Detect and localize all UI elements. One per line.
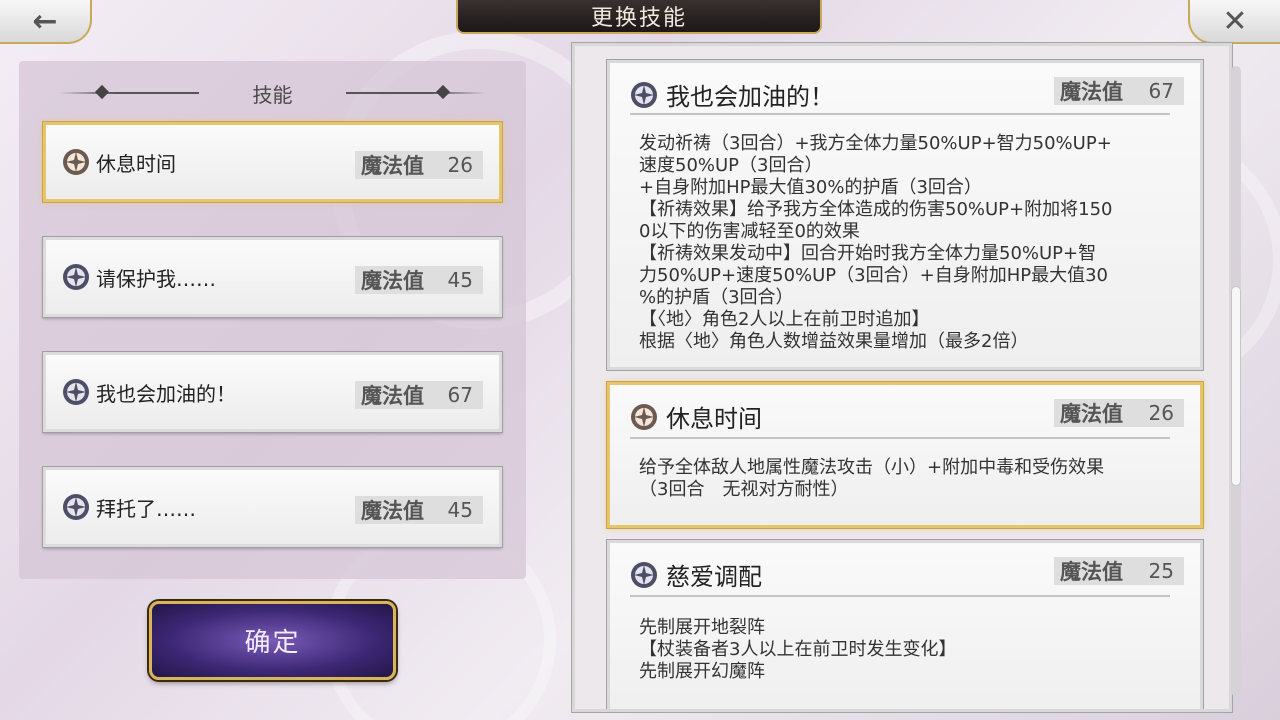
skill-name: 我也会加油的！ (96, 381, 236, 406)
confirm-button[interactable]: 确定 (149, 601, 396, 680)
skill-row[interactable]: 请保护我…… 魔法值 45 (43, 237, 502, 317)
mp-value: 26 (447, 153, 473, 177)
card-title: 我也会加油的！ (666, 83, 834, 111)
card-description: 先制展开地裂阵 【杖装备者3人以上在前卫时发生变化】 先制展开幻魔阵 (639, 617, 957, 682)
skill-detail-card: 我也会加油的！ 魔法值 67 发动祈祷（3回合）+我方全体力量50%UP+智力5… (607, 60, 1203, 370)
skill-detail-panel[interactable]: 我也会加油的！ 魔法值 67 发动祈祷（3回合）+我方全体力量50%UP+智力5… (572, 43, 1232, 712)
mp-cost: 魔法值 45 (355, 266, 483, 294)
skill-element-icon (631, 561, 657, 588)
confirm-button-label: 确定 (244, 628, 301, 658)
page-title: 更换技能 (456, 0, 822, 34)
skill-element-icon (63, 264, 89, 290)
back-button[interactable]: ← (0, 0, 92, 44)
scrollbar-track[interactable] (1231, 66, 1241, 696)
card-title: 休息时间 (666, 405, 762, 433)
skill-row[interactable]: 我也会加油的！ 魔法值 67 (43, 352, 502, 432)
skill-list-header: 技能 (19, 75, 526, 111)
mp-label: 魔法值 (361, 499, 424, 523)
mp-cost: 魔法值 45 (355, 496, 483, 524)
card-description: 给予全体敌人地属性魔法攻击（小）+附加中毒和受伤效果 （3回合 无视对方耐性） (639, 457, 1105, 500)
mp-label: 魔法值 (361, 384, 424, 408)
close-button[interactable]: ✕ (1188, 0, 1280, 44)
skill-list-panel: 技能 休息时间 魔法值 26 请保护我…… 魔法值 45 我也会加油的！ 魔法值 (19, 61, 526, 579)
skill-name: 拜托了…… (96, 496, 196, 521)
skill-element-icon (631, 81, 657, 108)
mp-label: 魔法值 (1060, 402, 1123, 426)
skill-element-icon (63, 494, 89, 520)
mp-label: 魔法值 (361, 269, 424, 293)
mp-value: 26 (1148, 401, 1174, 425)
skill-list-header-text: 技能 (252, 82, 293, 107)
mp-value: 67 (1148, 79, 1174, 103)
card-divider (630, 113, 1170, 115)
back-arrow-icon: ← (32, 3, 58, 39)
mp-value: 45 (447, 268, 473, 292)
close-icon: ✕ (1222, 3, 1248, 39)
skill-name: 请保护我…… (96, 266, 216, 291)
card-description: 发动祈祷（3回合）+我方全体力量50%UP+智力50%UP+ 速度50%UP（3… (639, 133, 1113, 352)
card-header: 慈爱调配 (630, 557, 762, 592)
skill-element-icon (63, 379, 89, 405)
mp-label: 魔法值 (1060, 80, 1123, 104)
mp-cost: 魔法值 25 (1054, 557, 1184, 585)
mp-label: 魔法值 (1060, 560, 1123, 584)
card-title: 慈爱调配 (666, 563, 762, 591)
skill-detail-card: 休息时间 魔法值 26 给予全体敌人地属性魔法攻击（小）+附加中毒和受伤效果 （… (607, 382, 1203, 528)
mp-cost: 魔法值 67 (355, 381, 483, 409)
card-divider (630, 437, 1170, 439)
mp-value: 45 (447, 498, 473, 522)
card-divider (630, 595, 1170, 597)
skill-row[interactable]: 拜托了…… 魔法值 45 (43, 467, 502, 547)
skill-row[interactable]: 休息时间 魔法值 26 (43, 122, 502, 202)
mp-value: 25 (1148, 559, 1174, 583)
mp-cost: 魔法值 67 (1054, 77, 1184, 105)
card-header: 我也会加油的！ (630, 77, 834, 112)
skill-name: 休息时间 (96, 151, 176, 176)
scrollbar-thumb[interactable] (1231, 286, 1241, 486)
card-header: 休息时间 (630, 399, 762, 434)
mp-label: 魔法值 (361, 154, 424, 178)
mp-cost: 魔法值 26 (1054, 399, 1184, 427)
skill-detail-card: 慈爱调配 魔法值 25 先制展开地裂阵 【杖装备者3人以上在前卫时发生变化】 先… (607, 540, 1203, 709)
earth-element-icon (63, 149, 89, 175)
mp-cost: 魔法值 26 (355, 151, 483, 179)
earth-element-icon (631, 403, 657, 430)
mp-value: 67 (447, 383, 473, 407)
page-title-text: 更换技能 (590, 6, 687, 31)
